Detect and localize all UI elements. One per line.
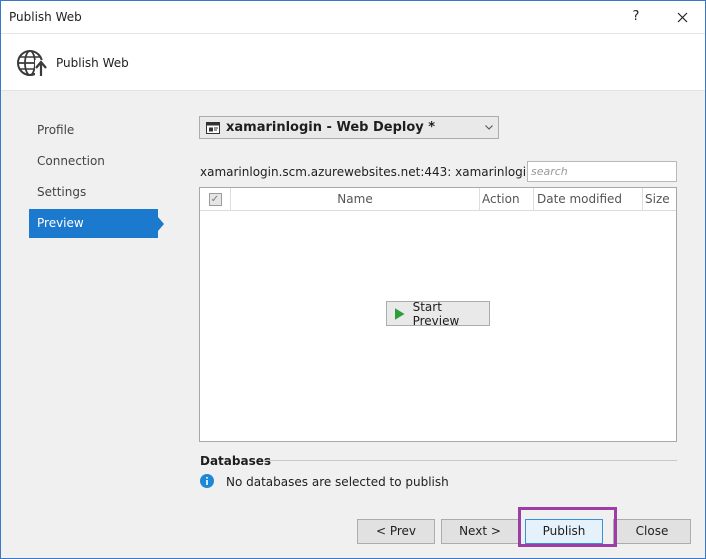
next-button[interactable]: Next > [441,519,519,544]
column-header-date-modified[interactable]: Date modified [534,188,643,211]
search-input[interactable] [527,161,677,182]
header-band: Publish Web [1,33,705,91]
column-header-name[interactable]: Name [231,188,480,211]
databases-heading: Databases [200,454,272,468]
select-all-checkbox[interactable]: ✓ [208,193,222,206]
column-header-action[interactable]: Action [480,188,534,211]
window-title: Publish Web [9,10,82,24]
nav-item-profile[interactable]: Profile [29,116,158,145]
grid-header: ✓ Name Action Date modified Size [200,188,676,211]
nav-item-connection[interactable]: Connection [29,147,158,176]
info-icon [200,474,214,488]
wizard-nav: Profile Connection Settings Preview [29,116,164,240]
start-preview-button[interactable]: Start Preview [386,299,490,328]
nav-item-label: Settings [37,185,87,199]
web-deploy-icon [206,121,220,134]
select-all-column: ✓ [200,188,231,211]
chevron-down-icon [480,123,498,133]
close-window-button[interactable] [669,5,695,29]
prev-button[interactable]: < Prev [357,519,435,544]
files-grid: ✓ Name Action Date modified Size Start P… [199,187,677,442]
publish-button[interactable]: Publish [525,519,603,544]
close-icon [677,12,687,23]
publish-web-dialog: Publish Web ? Publish Web Profile Connec… [0,0,706,559]
nav-item-label: Preview [37,216,84,230]
start-preview-label: Start Preview [412,299,460,328]
profile-dropdown-value: xamarinlogin - Web Deploy * [226,120,436,135]
site-address: xamarinlogin.scm.azurewebsites.net:443: … [200,165,534,179]
globe-upload-icon [17,50,48,77]
nav-item-preview[interactable]: Preview [29,209,164,238]
close-button[interactable]: Close [613,519,691,544]
page-title: Publish Web [56,56,129,70]
nav-item-settings[interactable]: Settings [29,178,158,207]
nav-item-label: Connection [37,154,105,168]
help-button[interactable]: ? [624,5,648,29]
databases-message: No databases are selected to publish [226,475,449,489]
profile-dropdown[interactable]: xamarinlogin - Web Deploy * [199,116,499,139]
nav-item-label: Profile [37,123,75,137]
title-bar: Publish Web ? [1,1,705,33]
databases-divider [263,460,677,461]
column-header-size[interactable]: Size [643,188,676,211]
play-icon [395,307,405,320]
